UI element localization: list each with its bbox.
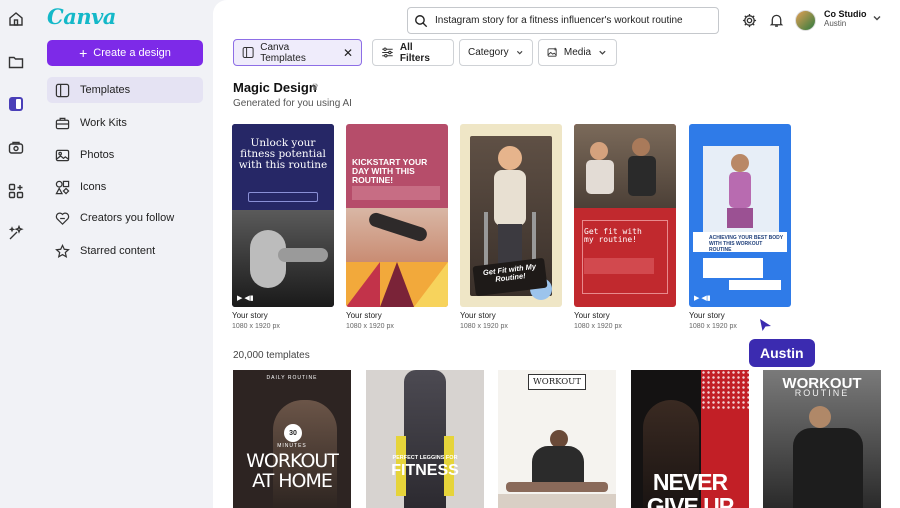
category-dropdown[interactable]: Category [459, 39, 533, 66]
shapes-icon [55, 180, 70, 194]
search-input[interactable]: Instagram story for a fitness influencer… [407, 7, 719, 34]
briefcase-icon [55, 117, 70, 129]
canva-logo[interactable]: Canva [47, 4, 116, 29]
template-icon [242, 47, 254, 58]
story-label: Your story [232, 311, 268, 320]
crown-icon: ♛ [311, 82, 320, 92]
sidebar-item-label: Templates [80, 84, 131, 96]
avatar[interactable] [795, 10, 816, 31]
story-label: Your story [689, 311, 725, 320]
photo-icon [55, 149, 70, 161]
template-small-text: MINUTES [277, 443, 307, 449]
sidebar-item-label: Starred content [80, 245, 156, 257]
media-icon [547, 47, 557, 57]
story-label: Your story [346, 311, 382, 320]
story-label: Your story [574, 311, 610, 320]
account-user: Austin [824, 19, 847, 28]
filter-chip-canva-templates[interactable]: Canva Templates ✕ [233, 39, 362, 66]
sidebar-item-starred[interactable]: Starred content [47, 238, 203, 264]
search-icon [415, 14, 428, 27]
template-card[interactable]: NEVER GIVE UP [631, 370, 749, 508]
sliders-icon [382, 47, 393, 58]
home-icon[interactable] [7, 10, 25, 28]
magic-icon[interactable] [7, 224, 25, 242]
create-design-button[interactable]: + Create a design [47, 40, 203, 66]
chevron-down-icon [599, 50, 606, 55]
story-dims: 1080 x 1920 px [689, 323, 737, 330]
icon-rail [0, 0, 32, 508]
story-dims: 1080 x 1920 px [574, 323, 622, 330]
media-label: Media [563, 47, 592, 58]
create-design-label: Create a design [93, 47, 171, 59]
apps-icon[interactable] [7, 182, 25, 200]
settings-icon[interactable] [740, 11, 758, 29]
story-headline: Unlock your fitness potential with this … [238, 137, 328, 172]
story-card[interactable]: KICKSTART YOUR DAY WITH THIS ROUTINE! [346, 124, 448, 307]
sidebar-item-templates[interactable]: Templates [47, 77, 203, 103]
template-top-text: WORKOUT [532, 377, 582, 387]
template-card[interactable]: WORKOUT [498, 370, 616, 508]
story-card[interactable]: ACHIEVING YOUR BEST BODY WITH THIS WORKO… [689, 124, 791, 307]
account-name[interactable]: Co Studio [824, 9, 867, 19]
sidebar-item-label: Icons [80, 181, 107, 193]
sidebar-item-label: Work Kits [80, 117, 127, 129]
collaborator-tag: Austin [749, 339, 815, 367]
chevron-down-icon[interactable] [871, 12, 883, 24]
sidebar-item-icons[interactable]: Icons [47, 174, 203, 200]
template-main-text: WORKOUT AT HOME [246, 450, 339, 492]
story-headline: ACHIEVING YOUR BEST BODY WITH THIS WORKO… [709, 235, 783, 253]
template-count: 20,000 templates [233, 350, 310, 361]
template-small-text: ROUTINE [794, 388, 850, 398]
template-icon [55, 83, 70, 97]
templates-rail-icon[interactable] [7, 95, 25, 113]
collaborator-cursor-icon [760, 319, 771, 331]
story-dims: 1080 x 1920 px [460, 323, 508, 330]
play-icon[interactable]: ▶ ◀▮ [237, 294, 254, 302]
template-card[interactable]: WORKOUT ROUTINE [763, 370, 881, 508]
all-filters-label: All Filters [399, 41, 430, 64]
sidebar-item-creators[interactable]: Creators you follow [47, 205, 203, 231]
template-card[interactable]: PERFECT LEGGINS FOR FITNESS [366, 370, 484, 508]
story-headline: Get fit with my routine! [584, 227, 642, 245]
brand-icon[interactable] [7, 139, 25, 157]
main-panel: Instagram story for a fitness influencer… [213, 0, 900, 508]
chip-label: Canva Templates [260, 41, 306, 64]
heart-icon [55, 212, 70, 225]
sidebar-item-work-kits[interactable]: Work Kits [47, 110, 203, 136]
sidebar-item-label: Creators you follow [80, 212, 175, 224]
template-card[interactable]: DAILY ROUTINE 30 MINUTES WORKOUT AT HOME [233, 370, 351, 508]
story-dims: 1080 x 1920 px [232, 323, 280, 330]
template-number: 30 [284, 424, 302, 442]
star-icon [55, 243, 70, 258]
media-dropdown[interactable]: Media [538, 39, 617, 66]
story-dims: 1080 x 1920 px [346, 323, 394, 330]
story-label: Your story [460, 311, 496, 320]
category-label: Category [468, 47, 509, 58]
play-icon[interactable]: ▶ ◀▮ [694, 294, 711, 302]
sidebar: Canva + Create a design Templates Work K… [32, 0, 213, 508]
plus-icon: + [79, 45, 88, 61]
template-main-text: NEVER GIVE UP [646, 469, 734, 508]
story-card[interactable]: Unlock your fitness potential with this … [232, 124, 334, 307]
close-icon[interactable]: ✕ [343, 46, 353, 60]
template-main-text: FITNESS [391, 462, 459, 479]
sidebar-item-label: Photos [80, 149, 115, 161]
story-card[interactable]: Get Fit with My Routine! [460, 124, 562, 307]
story-headline: KICKSTART YOUR DAY WITH THIS ROUTINE! [352, 157, 428, 185]
template-top-text: DAILY ROUTINE [266, 375, 318, 381]
sidebar-item-photos[interactable]: Photos [47, 142, 203, 168]
chevron-down-icon [516, 50, 523, 55]
story-card[interactable]: Get fit with my routine! [574, 124, 676, 307]
search-value: Instagram story for a fitness influencer… [435, 15, 683, 26]
folder-icon[interactable] [7, 53, 25, 71]
template-top-text: PERFECT LEGGINS FOR [392, 455, 458, 461]
all-filters-button[interactable]: All Filters [372, 39, 454, 66]
magic-design-title: Magic Design [233, 80, 317, 95]
bell-icon[interactable] [767, 11, 785, 29]
magic-design-subtitle: Generated for you using AI [233, 98, 352, 109]
